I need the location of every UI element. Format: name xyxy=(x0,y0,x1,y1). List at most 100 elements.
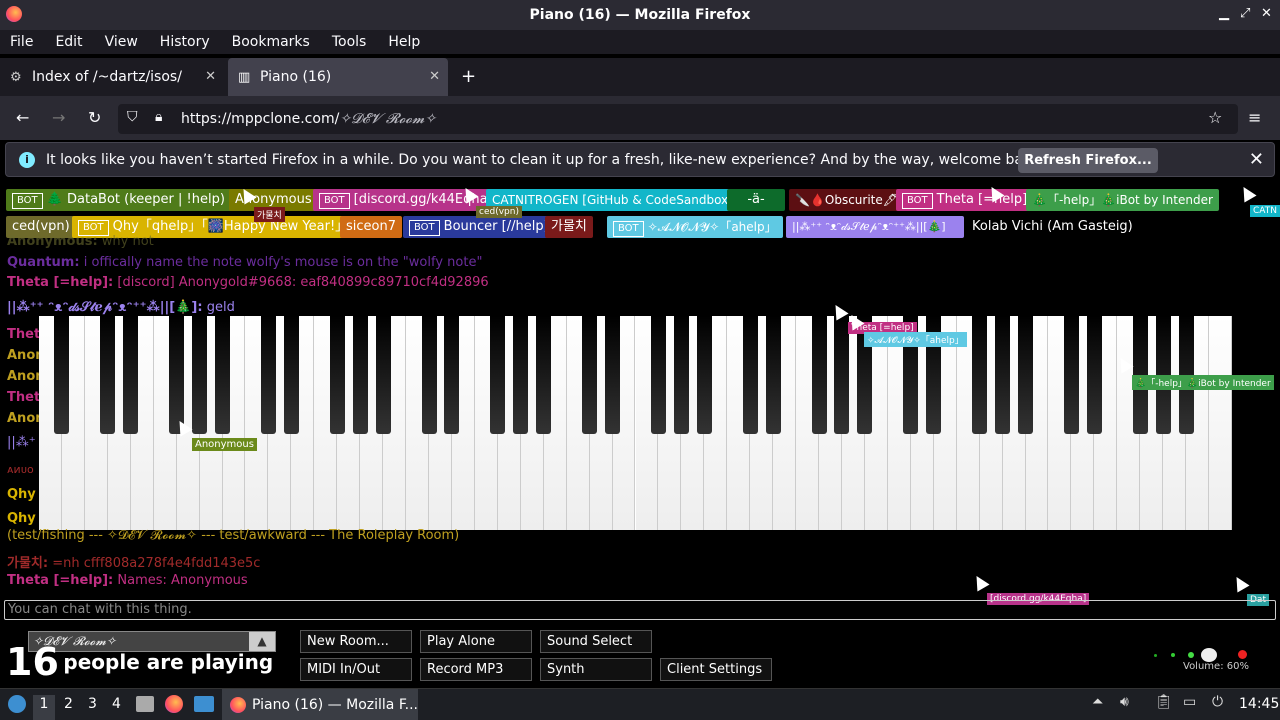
black-key[interactable] xyxy=(972,316,988,434)
user-dsstep[interactable]: ||⁂⁺⁺ ᵔᴥᵔ𝒹𝓈𝒮𝓉ℯ𝓅ᵔᴥᵔ⁺⁺⁂||[🎄] xyxy=(786,216,964,238)
play-alone-button[interactable]: Play Alone xyxy=(420,630,532,653)
black-key[interactable] xyxy=(673,316,689,434)
url-text[interactable]: https://mppclone.com/✧𝓓𝓔𝓥 𝓡𝓸𝓸𝓶✧ xyxy=(181,111,436,127)
black-key[interactable] xyxy=(192,316,208,434)
black-key[interactable] xyxy=(536,316,552,434)
new-room-button[interactable]: New Room... xyxy=(300,630,412,653)
black-key[interactable] xyxy=(54,316,70,434)
maximize-icon[interactable]: ⤢ xyxy=(1240,6,1250,21)
close-notification-icon[interactable]: ✕ xyxy=(1249,149,1264,170)
refresh-firefox-button[interactable]: Refresh Firefox... xyxy=(1018,148,1158,173)
black-key[interactable] xyxy=(123,316,139,434)
chat-input[interactable]: You can chat with this thing. xyxy=(4,600,1276,620)
close-window-icon[interactable]: ✕ xyxy=(1261,6,1272,21)
volume-icon[interactable]: 🔊︎ xyxy=(1120,694,1129,710)
black-key[interactable] xyxy=(490,316,506,434)
bot-badge: BOT xyxy=(613,221,644,237)
black-key[interactable] xyxy=(375,316,391,434)
tab-index-isos[interactable]: ⚙ Index of /~dartz/isos/ ✕ xyxy=(0,58,224,96)
firefox-launcher-icon[interactable] xyxy=(165,695,183,713)
workspace-3[interactable]: 3 xyxy=(88,696,97,712)
menu-tools[interactable]: Tools xyxy=(332,34,367,50)
black-key[interactable] xyxy=(696,316,712,434)
black-key[interactable] xyxy=(260,316,276,434)
black-key[interactable] xyxy=(169,316,185,434)
start-menu-icon[interactable] xyxy=(8,695,26,713)
black-key[interactable] xyxy=(742,316,758,434)
file-manager-icon[interactable] xyxy=(136,696,154,712)
cursor-tag: 가물치 xyxy=(254,207,285,222)
menu-help[interactable]: Help xyxy=(388,34,420,50)
forward-icon[interactable]: → xyxy=(52,108,65,127)
black-key[interactable] xyxy=(650,316,666,434)
workspace-1[interactable]: 1 xyxy=(33,695,55,720)
user-gamulchi[interactable]: 가물치 xyxy=(545,216,593,238)
black-key[interactable] xyxy=(283,316,299,434)
menu-history[interactable]: History xyxy=(160,34,210,50)
user-kolab[interactable]: Kolab Vichi (Am Gasteig) xyxy=(966,216,1139,238)
user-a[interactable]: -ä- xyxy=(727,189,785,211)
client-settings-button[interactable]: Client Settings xyxy=(660,658,772,681)
menu-bar: File Edit View History Bookmarks Tools H… xyxy=(0,30,1280,54)
workspace-4[interactable]: 4 xyxy=(112,696,121,712)
reload-icon[interactable]: ↻ xyxy=(88,108,101,127)
menu-edit[interactable]: Edit xyxy=(55,34,82,50)
black-key[interactable] xyxy=(1086,316,1102,434)
taskbar-firefox-window[interactable]: Piano (16) — Mozilla F... xyxy=(222,689,418,720)
black-key[interactable] xyxy=(811,316,827,434)
hamburger-menu-icon[interactable]: ≡ xyxy=(1248,108,1261,127)
menu-bookmarks[interactable]: Bookmarks xyxy=(232,34,310,50)
minimize-icon[interactable]: ▁ xyxy=(1219,6,1229,21)
new-tab-icon[interactable]: + xyxy=(461,66,476,87)
back-icon[interactable]: ← xyxy=(16,108,29,127)
close-tab-icon[interactable]: ✕ xyxy=(205,69,216,84)
user-ibot[interactable]: 🎄「-help」🎄iBot by Intender xyxy=(1026,189,1219,211)
power-icon[interactable]: ⏻ xyxy=(1212,694,1223,710)
user-theta[interactable]: BOT Theta [=help] xyxy=(896,189,1034,211)
menu-view[interactable]: View xyxy=(105,34,138,50)
piano-icon: ▥ xyxy=(238,70,251,85)
black-key[interactable] xyxy=(1063,316,1079,434)
black-key[interactable] xyxy=(215,316,231,434)
black-key[interactable] xyxy=(352,316,368,434)
menu-file[interactable]: File xyxy=(10,34,33,50)
user-databot[interactable]: BOT 🌲 DataBot (keeper | !help) 🌲 xyxy=(6,189,252,211)
display-icon[interactable]: ▭ xyxy=(1183,694,1196,710)
cursor-tag: ✧𝓐𝓝𝓞𝓝𝓨✧「ahelp」 xyxy=(864,332,967,347)
clock: 14:45 xyxy=(1239,696,1280,712)
clipboard-icon[interactable]: 📋︎ xyxy=(1155,694,1173,710)
white-key[interactable] xyxy=(1209,316,1232,530)
url-path: ✧𝓓𝓔𝓥 𝓡𝓸𝓸𝓶✧ xyxy=(339,111,437,127)
cursor-tag: 🎄「-help」🎄iBot by Intender xyxy=(1132,375,1274,390)
black-key[interactable] xyxy=(421,316,437,434)
black-key[interactable] xyxy=(582,316,598,434)
sound-select-button[interactable]: Sound Select xyxy=(540,630,652,653)
user-siceon7[interactable]: siceon7 xyxy=(340,216,402,238)
user-catnitrogen[interactable]: CATNITROGEN [GitHub & CodeSandbox] xyxy=(486,189,739,211)
user-name: 🌲 DataBot (keeper | !help) 🌲 xyxy=(46,192,246,207)
record-mp3-button[interactable]: Record MP3 xyxy=(420,658,532,681)
black-key[interactable] xyxy=(765,316,781,434)
black-key[interactable] xyxy=(100,316,116,434)
workspace-2[interactable]: 2 xyxy=(64,696,73,712)
tray-arrow-icon[interactable]: ⏶ xyxy=(1092,694,1103,710)
black-key[interactable] xyxy=(605,316,621,434)
midi-in-out-button[interactable]: MIDI In/Out xyxy=(300,658,412,681)
user-bouncer[interactable]: BOT Bouncer [//help] xyxy=(403,216,555,238)
close-tab-icon[interactable]: ✕ xyxy=(429,69,440,84)
lock-icon[interactable]: 🔒︎ xyxy=(155,109,162,125)
shield-icon[interactable]: ⛉ xyxy=(127,109,138,125)
black-key[interactable] xyxy=(513,316,529,434)
black-key[interactable] xyxy=(329,316,345,434)
desktop-icon[interactable] xyxy=(194,696,214,712)
user-anony[interactable]: BOT ✧𝓐𝓝𝓞𝓝𝓨✧「ahelp」 xyxy=(607,216,783,238)
black-key[interactable] xyxy=(444,316,460,434)
tab-piano[interactable]: ▥ Piano (16) ✕ xyxy=(228,58,448,96)
user-name: ||⁂⁺⁺ ᵔᴥᵔ𝒹𝓈𝒮𝓉ℯ𝓅ᵔᴥᵔ⁺⁺⁂||[🎄] xyxy=(792,220,946,233)
black-key[interactable] xyxy=(1018,316,1034,434)
synth-button[interactable]: Synth xyxy=(540,658,652,681)
black-key[interactable] xyxy=(995,316,1011,434)
volume-knob[interactable] xyxy=(1201,648,1217,662)
user-name: ced(vpn) xyxy=(12,219,70,234)
bookmark-star-icon[interactable]: ☆ xyxy=(1208,108,1222,127)
